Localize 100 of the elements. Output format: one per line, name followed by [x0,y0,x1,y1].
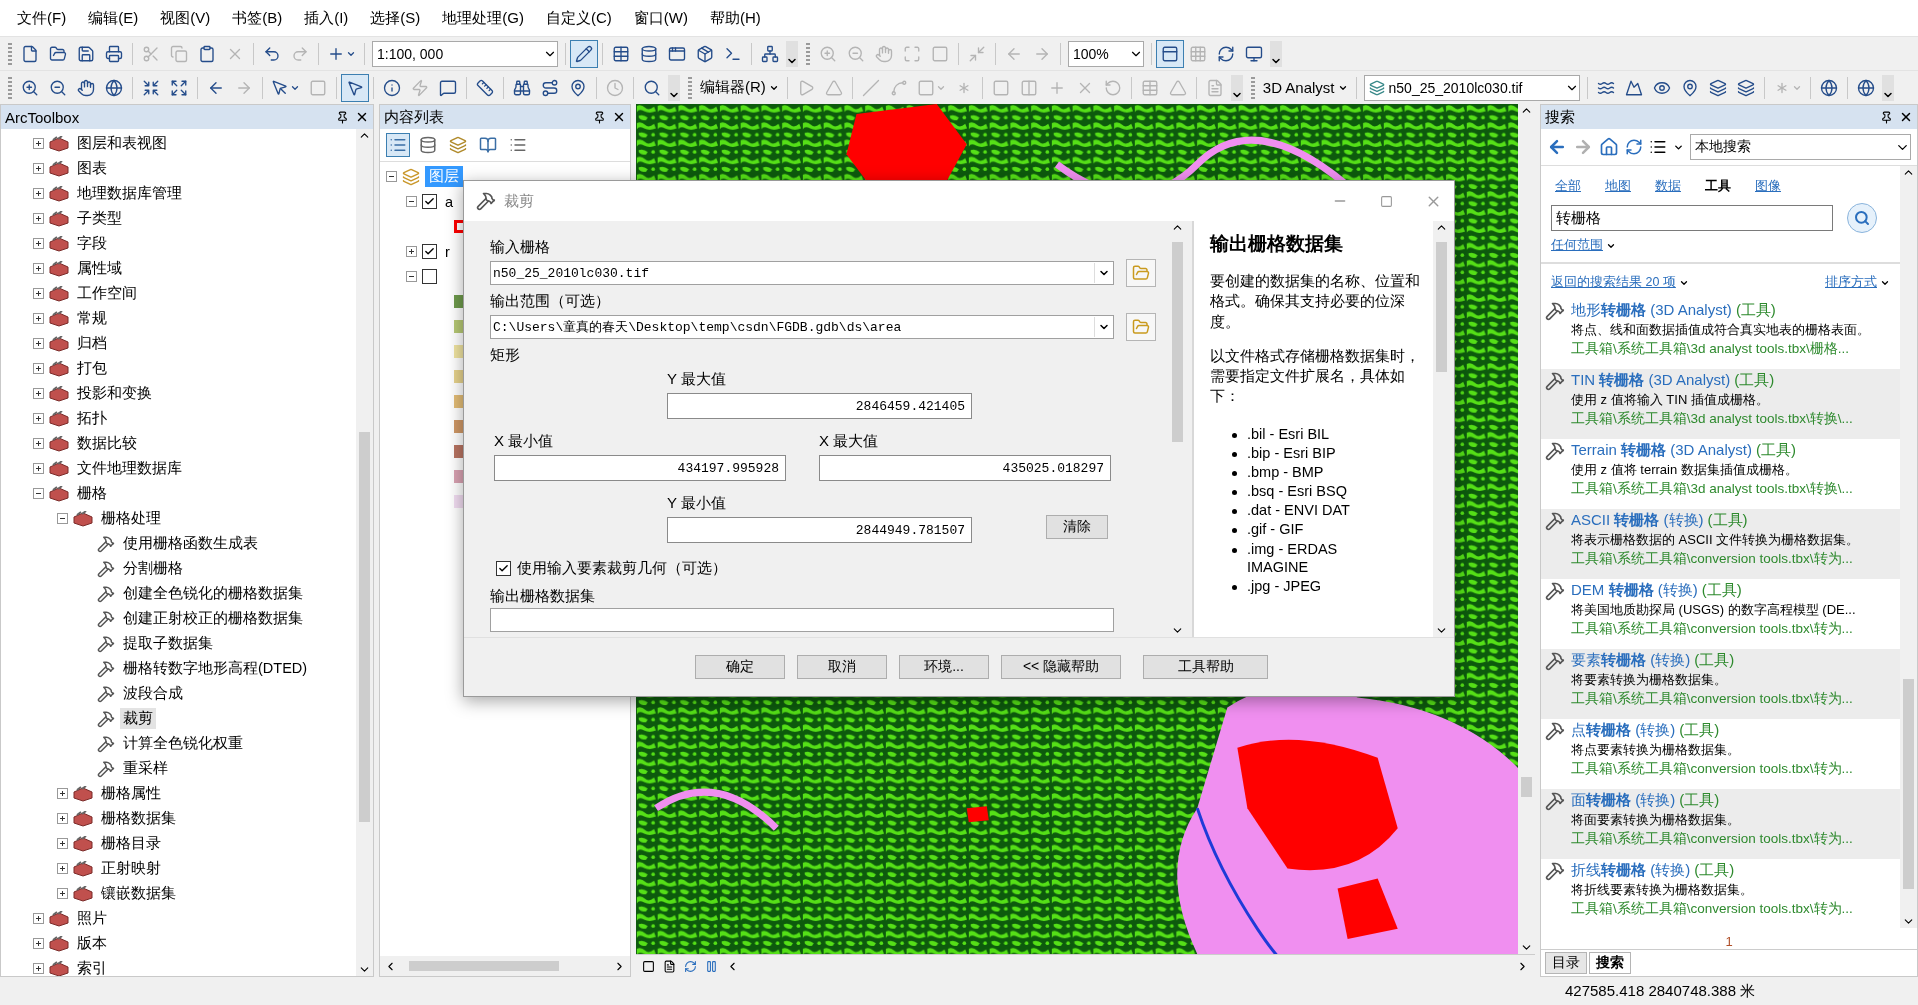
tree-item[interactable]: 重采样 [120,758,171,779]
layer-name[interactable]: a [442,192,457,211]
page-number[interactable]: 1 [1541,928,1917,949]
layer-name[interactable]: r [442,242,453,261]
sort-link[interactable]: 排序方式 [1825,274,1890,291]
result-type: (工具) [1755,441,1796,460]
clear-button[interactable]: 清除 [1046,515,1108,539]
tree-item[interactable]: 提取子数据集 [120,633,216,654]
result-type: (工具) [1694,861,1735,880]
dialog-button[interactable]: 确定 [695,655,785,679]
search-result[interactable]: 面转栅格 (转换) (工具) 将面要素转换为栅格数据集。 工具箱\系统工具箱\conversion tools.tbx\转为... [1541,789,1900,859]
toolbar-menu[interactable]: 编辑器(R) [696,74,783,101]
search-result[interactable]: 要素转栅格 (转换) (工具) 将要素转换为栅格数据集。 工具箱\系统工具箱\conversion tools.tbx\转为... [1541,649,1900,719]
tree-item[interactable]: 分割栅格 [120,558,186,579]
result-description: 将点、线和面数据插值成符合真实地表的栅格表面。 [1571,321,1870,339]
search-filter-tab[interactable]: 工具 [1705,178,1731,195]
tree-item[interactable]: 波段合成 [120,683,186,704]
result-type: (工具) [1701,581,1742,600]
panel-tab[interactable]: 目录 [1545,952,1587,974]
search-filter-tab[interactable]: 图像 [1755,178,1781,195]
result-title[interactable]: DEM 转栅格 (转换) [1571,581,1698,600]
number-field[interactable]: 434197.995928 [494,455,786,481]
scale-combo[interactable]: 100% [1068,40,1144,67]
tree-item[interactable]: 创建全色锐化的栅格数据集 [120,583,306,604]
tree-item[interactable]: 文件地理数据库 [74,458,185,479]
range-link[interactable]: 任何范围 [1551,237,1616,254]
dialog-button[interactable]: 取消 [797,655,887,679]
field-label: Y 最大值 [667,369,727,389]
number-field[interactable]: 2844949.781507 [667,517,972,543]
tree-item[interactable]: 栅格目录 [98,833,164,854]
dialog-button[interactable]: 环境... [899,655,989,679]
dialog-button[interactable]: 工具帮助 [1143,655,1268,679]
tree-item[interactable]: 计算全色锐化权重 [120,733,246,754]
result-title[interactable]: 要素转栅格 (转换) [1571,651,1691,670]
tree-item[interactable]: 归档 [74,333,110,354]
tree-item[interactable]: 照片 [74,908,110,929]
output-extent-field[interactable]: C:\Users\童真的春天\Desktop\temp\csdn\FGDB.gdb\ds\area [490,315,1114,339]
tree-item[interactable]: 子类型 [74,208,125,229]
tree-item[interactable]: 字段 [74,233,110,254]
tree-item[interactable]: 创建正射校正的栅格数据集 [120,608,306,629]
tree-item[interactable]: 栅格数据集 [98,808,179,829]
number-field[interactable]: 2846459.421405 [667,393,972,419]
result-title[interactable]: 点转栅格 (转换) [1571,721,1676,740]
menu-item[interactable]: 视图(V) [149,4,222,32]
result-type: (工具) [1707,511,1748,530]
tree-item[interactable]: 栅格属性 [98,783,164,804]
dialog-title: 裁剪 [504,191,535,211]
tree-item[interactable]: 索引 [74,958,110,976]
search-filter-tab[interactable]: 全部 [1555,178,1581,195]
layer-combo[interactable]: n50_25_2010lc030.tif [1363,74,1580,101]
search-scope-dropdown[interactable]: 本地搜索 [1690,134,1911,160]
tree-item[interactable]: 使用栅格函数生成表 [120,533,261,554]
search-result[interactable]: TIN 转栅格 (3D Analyst) (工具) 使用 z 值将输入 TIN 插值成栅格。 工具箱\系统工具箱\3d analyst tools.tbx\转换\... [1541,369,1900,439]
tree-item[interactable]: 打包 [74,358,110,379]
tree-item[interactable]: 常规 [74,308,110,329]
input-raster-field[interactable]: n50_25_2010lc030.tif [490,261,1114,285]
result-description: 将面要素转换为栅格数据集。 [1571,811,1741,829]
tree-item[interactable]: 地理数据库管理 [74,183,185,204]
tree-item[interactable]: 裁剪 [120,708,156,729]
menu-item[interactable]: 自定义(C) [535,4,623,32]
tree-item[interactable]: 正射映射 [98,858,164,879]
tree-item[interactable]: 属性域 [74,258,125,279]
menu-item[interactable]: 窗口(W) [622,4,699,32]
panel-tab[interactable]: 搜索 [1589,952,1631,974]
tree-item[interactable]: 镶嵌数据集 [98,883,179,904]
tree-item[interactable]: 投影和变换 [74,383,155,404]
menu-item[interactable]: 文件(F) [6,4,78,32]
result-title[interactable]: Terrain 转栅格 (3D Analyst) [1571,441,1752,460]
toolbar-menu[interactable]: 3D Analyst [1258,74,1352,101]
menu-item[interactable]: 选择(S) [359,4,432,32]
result-description: 使用 z 值将输入 TIN 插值成栅格。 [1571,391,1770,409]
result-count-link[interactable]: 返回的搜索结果 20 项 [1551,274,1689,291]
menu-item[interactable]: 编辑(E) [77,4,150,32]
search-filter-tab[interactable]: 数据 [1655,178,1681,195]
tree-item[interactable]: 版本 [74,933,110,954]
menu-item[interactable]: 帮助(H) [699,4,772,32]
menu-item[interactable]: 地理处理(G) [431,4,535,32]
tree-item[interactable]: 图层和表视图 [74,133,170,154]
tree-item[interactable]: 栅格转数字地形高程(DTED) [120,658,311,679]
menu-item[interactable]: 插入(I) [293,4,360,32]
result-title[interactable]: 面转栅格 (转换) [1571,791,1676,810]
number-field[interactable]: 435025.018297 [819,455,1111,481]
tree-item[interactable]: 栅格处理 [98,508,164,529]
search-result[interactable]: ASCII 转栅格 (转换) (工具) 将表示栅格数据的 ASCII 文件转换为栅格数据集。 工具箱\系统工具箱\conversion tools.tbx\转为... [1541,509,1900,579]
result-title[interactable]: TIN 转栅格 (3D Analyst) [1571,371,1731,390]
tree-item[interactable]: 图表 [74,158,110,179]
result-title[interactable]: 地形转栅格 (3D Analyst) [1571,301,1732,320]
scale-combo[interactable]: 1:100, 000 [372,40,558,67]
search-filter-tab[interactable]: 地图 [1605,178,1631,195]
result-title[interactable]: 折线转栅格 (转换) [1571,861,1691,880]
tree-item[interactable]: 栅格 [74,483,110,504]
dialog-button[interactable]: << 隐藏帮助 [1001,655,1121,679]
search-field[interactable]: 转栅格 [1551,205,1833,231]
tree-item[interactable]: 拓扑 [74,408,110,429]
tree-item[interactable]: 数据比较 [74,433,140,454]
menu-item[interactable]: 书签(B) [221,4,294,32]
result-description: 将点要素转换为栅格数据集。 [1571,741,1741,759]
tree-item[interactable]: 工作空间 [74,283,140,304]
result-title[interactable]: ASCII 转栅格 (转换) [1571,511,1704,530]
format-item: .dat - ENVI DAT [1247,501,1351,520]
